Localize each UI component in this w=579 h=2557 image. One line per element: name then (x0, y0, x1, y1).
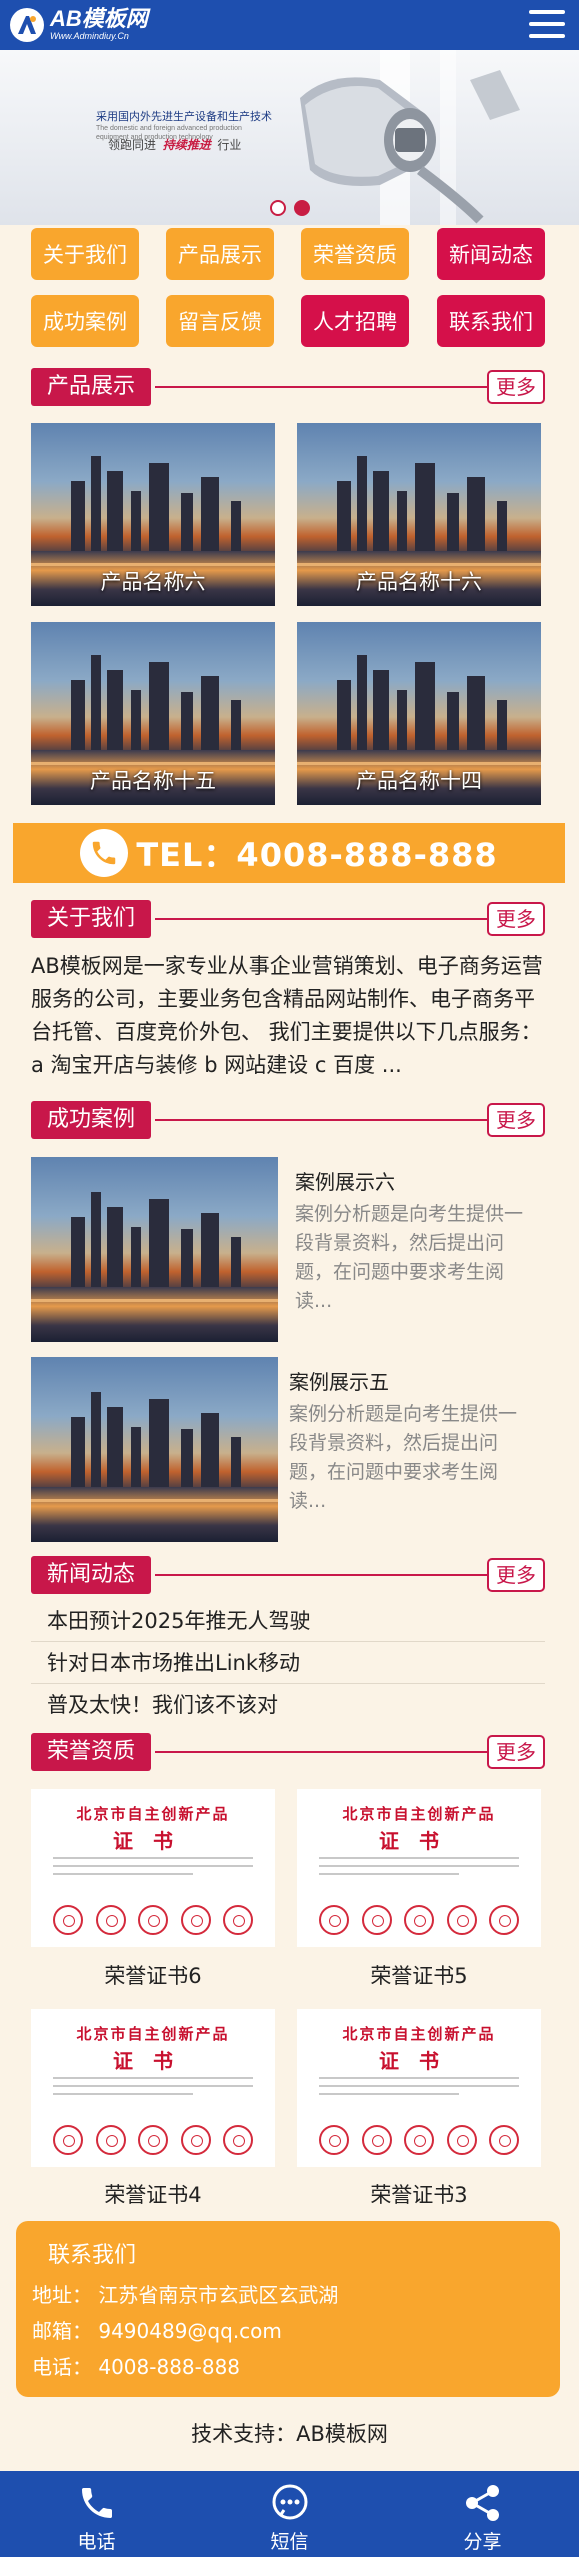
banner-pagination (270, 200, 310, 216)
product-card-2[interactable]: 产品名称十六 (297, 423, 541, 606)
news-section-title: 新闻动态 (31, 1556, 152, 1594)
certificate-heading: 北京市自主创新产品 (76, 1805, 230, 1823)
nav-cases[interactable]: 成功案例 (31, 295, 139, 347)
footer-sms-label: 短信 (270, 2531, 309, 2553)
bottom-nav-bar: 电话 短信 分享 (0, 2471, 579, 2557)
certificate-word: 证书 (113, 1829, 193, 1853)
banner-slogan: 领跑同进 持续推进 行业 (108, 136, 241, 153)
news-more-button[interactable]: 更多 (487, 1558, 545, 1592)
certificate-image-4[interactable]: 北京市自主创新产品 证书 (297, 2009, 541, 2167)
nav-feedback[interactable]: 留言反馈 (166, 295, 274, 347)
certificate-name-2[interactable]: 荣誉证书5 (297, 1960, 541, 1990)
contact-address: 地址： 江苏省南京市玄武区玄武湖 (32, 2283, 339, 2307)
nav-about[interactable]: 关于我们 (31, 228, 139, 280)
nav-products[interactable]: 产品展示 (166, 228, 274, 280)
banner-product-image (300, 50, 520, 225)
banner-dot-1[interactable] (270, 200, 286, 216)
about-section-title: 关于我们 (31, 900, 152, 938)
footer-call-label: 电话 (77, 2531, 116, 2553)
hero-banner[interactable]: 采用国内外先进生产设备和生产技术 The domestic and foreig… (0, 50, 579, 225)
product-name: 产品名称六 (100, 570, 206, 594)
certificate-name-3[interactable]: 荣誉证书4 (31, 2179, 275, 2209)
product-card-4[interactable]: 产品名称十四 (297, 622, 541, 805)
tel-bar[interactable]: TEL：4008-888-888 (13, 823, 565, 883)
products-more-button[interactable]: 更多 (487, 370, 545, 404)
hamburger-menu-icon[interactable] (529, 10, 565, 40)
logo-subtitle: Www.Admindiuy.Cn (50, 31, 129, 41)
nav-contact[interactable]: 联系我们 (437, 295, 545, 347)
certificate-image-1[interactable]: 北京市自主创新产品 证书 (31, 1789, 275, 1947)
top-header: AB模板网 Www.Admindiuy.Cn (0, 0, 579, 50)
case-title-1[interactable]: 案例展示六 (295, 1166, 395, 1195)
footer-call-button[interactable]: 电话 (0, 2471, 193, 2557)
phone-icon (77, 2483, 117, 2523)
sms-chat-icon (270, 2483, 310, 2523)
footer-share-label: 分享 (463, 2531, 502, 2553)
case-desc-1: 案例分析题是向考生提供一段背景资料，然后提出问题，在问题中要求考生阅读... (295, 1203, 524, 1312)
products-section-title: 产品展示 (31, 368, 152, 406)
banner-slogan-highlight: 持续推进 (162, 138, 211, 152)
footer-share-button[interactable]: 分享 (386, 2471, 579, 2557)
nav-honors[interactable]: 荣誉资质 (301, 228, 409, 280)
certificate-word: 证书 (379, 2049, 459, 2073)
section-divider (155, 386, 487, 388)
news-item-3[interactable]: 普及太快！我们该不该对 (31, 1684, 545, 1726)
case-title-2[interactable]: 案例展示五 (289, 1366, 389, 1395)
certificate-heading: 北京市自主创新产品 (76, 2025, 230, 2043)
phone-icon (80, 829, 129, 877)
logo-a-icon (10, 8, 44, 42)
logo-title: AB模板网 (50, 6, 148, 31)
about-text: AB模板网是一家专业从事企业营销策划、电子商务运营服务的公司，主要业务包含精品网… (31, 954, 543, 1077)
site-logo[interactable]: AB模板网 Www.Admindiuy.Cn (10, 6, 148, 44)
honors-section-header: 荣誉资质 更多 (31, 1733, 545, 1771)
about-more-button[interactable]: 更多 (487, 902, 545, 936)
cases-more-button[interactable]: 更多 (487, 1103, 545, 1137)
contact-box: 联系我们 地址： 江苏省南京市玄武区玄武湖 邮箱： 9490489@qq.com… (16, 2221, 560, 2397)
banner-slogan-suffix: 行业 (217, 138, 242, 152)
cases-section-title: 成功案例 (31, 1101, 152, 1139)
certificate-image-3[interactable]: 北京市自主创新产品 证书 (31, 2009, 275, 2167)
certificate-heading: 北京市自主创新产品 (342, 2025, 496, 2043)
case-image-2[interactable] (31, 1357, 278, 1542)
product-name: 产品名称十六 (356, 570, 482, 594)
news-section-header: 新闻动态 更多 (31, 1556, 545, 1594)
news-item-1[interactable]: 本田预计2025年推无人驾驶 (31, 1600, 545, 1642)
tel-number: TEL：4008-888-888 (136, 836, 498, 874)
tech-support[interactable]: 技术支持：AB模板网 (0, 2418, 579, 2448)
certificate-heading: 北京市自主创新产品 (342, 1805, 496, 1823)
certificate-name-4[interactable]: 荣誉证书3 (297, 2179, 541, 2209)
certificate-word: 证书 (379, 1829, 459, 1853)
contact-email[interactable]: 邮箱： 9490489@qq.com (32, 2315, 282, 2344)
banner-slogan-prefix: 领跑同进 (108, 138, 157, 152)
nav-news[interactable]: 新闻动态 (437, 228, 545, 280)
section-divider (155, 918, 487, 920)
contact-title: 联系我们 (48, 2243, 137, 2268)
case-image-1[interactable] (31, 1157, 278, 1342)
products-section-header: 产品展示 更多 (31, 368, 545, 406)
product-name: 产品名称十五 (90, 769, 216, 793)
footer-sms-button[interactable]: 短信 (193, 2471, 386, 2557)
nav-jobs[interactable]: 人才招聘 (301, 295, 409, 347)
section-divider (155, 1574, 487, 1576)
honors-section-title: 荣誉资质 (31, 1733, 152, 1771)
contact-phone[interactable]: 电话： 4008-888-888 (32, 2351, 240, 2380)
news-item-2[interactable]: 针对日本市场推出Link移动 (31, 1642, 545, 1684)
certificate-image-2[interactable]: 北京市自主创新产品 证书 (297, 1789, 541, 1947)
certificate-word: 证书 (113, 2049, 193, 2073)
cases-section-header: 成功案例 更多 (31, 1101, 545, 1139)
section-divider (155, 1119, 487, 1121)
about-section-header: 关于我们 更多 (31, 900, 545, 938)
section-divider (155, 1751, 487, 1753)
share-icon (463, 2483, 503, 2523)
honors-more-button[interactable]: 更多 (487, 1735, 545, 1769)
case-desc-2: 案例分析题是向考生提供一段背景资料，然后提出问题，在问题中要求考生阅读... (289, 1403, 518, 1512)
product-card-1[interactable]: 产品名称六 (31, 423, 275, 606)
banner-dot-2[interactable] (294, 200, 310, 216)
product-card-3[interactable]: 产品名称十五 (31, 622, 275, 805)
banner-headline: 采用国内外先进生产设备和生产技术 (96, 111, 272, 123)
product-name: 产品名称十四 (356, 769, 482, 793)
certificate-name-1[interactable]: 荣誉证书6 (31, 1960, 275, 1990)
